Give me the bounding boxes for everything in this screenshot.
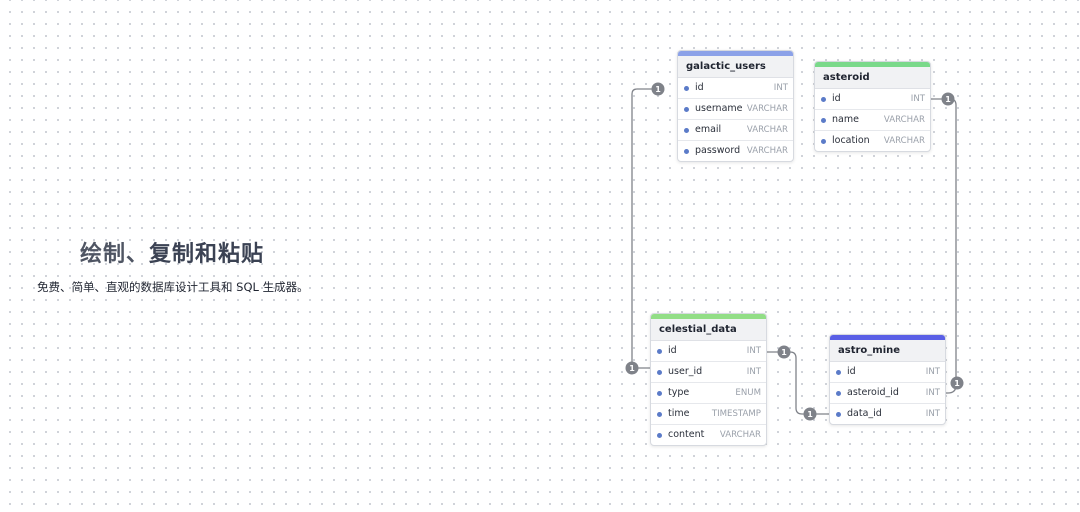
field-type: INT [746,367,761,377]
field-dot-icon [836,369,841,375]
table-title[interactable]: galactic_users [678,56,793,78]
table-astro-mine[interactable]: astro_mine id INT asteroid_id INT data_id I… [829,334,946,425]
field-name: name [832,114,859,125]
table-field-row[interactable]: type ENUM [651,383,766,404]
field-name: id [695,82,704,93]
field-dot-icon [657,390,662,396]
field-type: INT [925,367,940,377]
svg-text:1: 1 [781,348,787,357]
table-field-row[interactable]: time TIMESTAMP [651,404,766,425]
field-dot-icon [657,432,662,438]
field-dot-icon [684,106,689,112]
field-type: VARCHAR [719,430,761,440]
table-galactic-users[interactable]: galactic_users id INT username VARCHAR ema… [677,50,794,162]
field-name: username [695,103,743,114]
link-celestial-astro [765,351,830,415]
cardinality-badge: 1 [803,407,817,421]
field-dot-icon [836,390,841,396]
svg-text:1: 1 [629,364,635,373]
table-field-row[interactable]: email VARCHAR [678,120,793,141]
field-name: id [847,366,856,377]
field-name: location [832,135,870,146]
table-field-row[interactable]: id INT [651,341,766,362]
field-type: ENUM [735,388,761,398]
table-title[interactable]: astro_mine [830,340,945,362]
table-title[interactable]: celestial_data [651,319,766,341]
field-dot-icon [684,127,689,133]
field-name: content [668,429,705,440]
table-field-row[interactable]: password VARCHAR [678,141,793,161]
table-asteroid[interactable]: asteroid id INT name VARCHAR location VARCH… [814,61,931,152]
cardinality-badge: 1 [651,82,665,96]
field-name: type [668,387,690,398]
svg-text:1: 1 [945,95,951,104]
field-dot-icon [836,411,841,417]
svg-text:1: 1 [954,379,960,388]
cardinality-badge: 1 [777,345,791,359]
cardinality-badge: 1 [941,92,955,106]
field-name: user_id [668,366,703,377]
field-type: VARCHAR [746,104,788,114]
field-dot-icon [684,148,689,154]
table-field-row[interactable]: user_id INT [651,362,766,383]
field-dot-icon [821,117,826,123]
cardinality-badge: 1 [625,361,639,375]
field-type: VARCHAR [746,146,788,156]
field-type: VARCHAR [883,115,925,125]
field-type: VARCHAR [883,136,925,146]
field-dot-icon [821,96,826,102]
field-dot-icon [684,85,689,91]
field-type: VARCHAR [746,125,788,135]
table-field-row[interactable]: id INT [830,362,945,383]
table-title[interactable]: asteroid [815,67,930,89]
field-type: INT [746,346,761,356]
field-type: INT [910,94,925,104]
field-type: TIMESTAMP [711,409,761,419]
field-name: data_id [847,408,882,419]
table-field-row[interactable]: location VARCHAR [815,131,930,151]
field-name: id [832,93,841,104]
field-dot-icon [657,348,662,354]
field-dot-icon [657,369,662,375]
table-field-row[interactable]: data_id INT [830,404,945,424]
field-name: email [695,124,722,135]
field-dot-icon [821,138,826,144]
table-field-row[interactable]: username VARCHAR [678,99,793,120]
field-name: time [668,408,690,419]
table-field-row[interactable]: content VARCHAR [651,425,766,445]
table-field-row[interactable]: asteroid_id INT [830,383,945,404]
field-type: INT [925,388,940,398]
svg-text:1: 1 [807,410,813,419]
svg-text:1: 1 [655,85,661,94]
field-type: INT [773,83,788,93]
table-field-row[interactable]: name VARCHAR [815,110,930,131]
table-field-row[interactable]: id INT [678,78,793,99]
field-type: INT [925,409,940,419]
field-name: id [668,345,677,356]
field-name: asteroid_id [847,387,899,398]
cardinality-badge: 1 [950,376,964,390]
table-celestial-data[interactable]: celestial_data id INT user_id INT type ENUM… [650,313,767,446]
field-name: password [695,145,741,156]
table-field-row[interactable]: id INT [815,89,930,110]
field-dot-icon [657,411,662,417]
